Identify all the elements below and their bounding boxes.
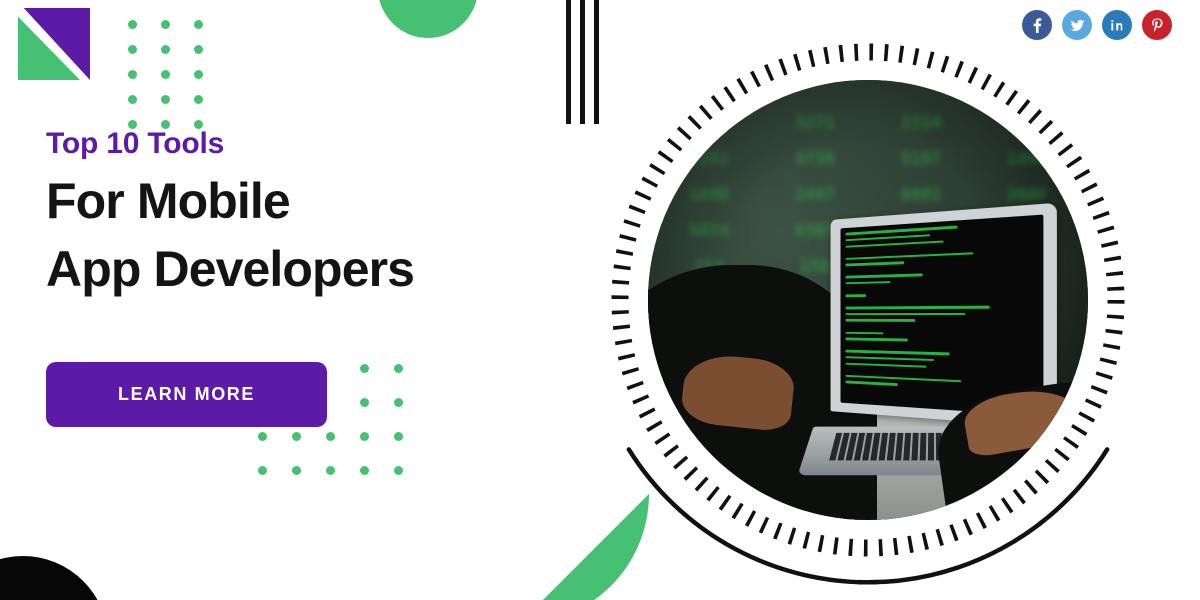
dot	[394, 364, 403, 373]
dot	[194, 20, 203, 29]
dot	[394, 466, 403, 475]
dot	[161, 45, 170, 54]
outer-arc-right	[859, 375, 1107, 592]
promo-banner: Top 10 Tools For Mobile App Developers L…	[0, 0, 1200, 600]
dashed-tick-ring	[620, 52, 1116, 548]
dot	[161, 70, 170, 79]
vertical-line	[566, 0, 571, 124]
dot	[258, 466, 267, 475]
headline-block: Top 10 Tools For Mobile App Developers	[46, 128, 566, 296]
dot	[360, 432, 369, 441]
dot	[194, 70, 203, 79]
headline-line-2: App Developers	[46, 242, 566, 296]
outer-arc-left	[629, 375, 877, 592]
dot	[394, 398, 403, 407]
dot	[258, 432, 267, 441]
dot	[360, 364, 369, 373]
dot	[128, 70, 137, 79]
dot	[161, 20, 170, 29]
green-circle-decor	[378, 0, 478, 38]
dot	[360, 466, 369, 475]
eyebrow-text: Top 10 Tools	[46, 128, 566, 160]
dot	[394, 432, 403, 441]
dot	[194, 45, 203, 54]
black-corner-circle-decor	[0, 556, 108, 600]
dot-grid-bottom	[258, 364, 428, 500]
headline-line-1: For Mobile	[46, 174, 566, 228]
dot	[292, 432, 301, 441]
dot	[194, 95, 203, 104]
dot	[292, 466, 301, 475]
dot	[360, 398, 369, 407]
brand-logo[interactable]	[18, 8, 90, 80]
dot	[326, 432, 335, 441]
dot	[161, 95, 170, 104]
hero-photo-composition: 481632712314289A71924738518714421A9B2447…	[576, 8, 1160, 592]
dot	[128, 45, 137, 54]
dot	[128, 95, 137, 104]
photo-ring-overlay	[576, 8, 1160, 592]
dot	[128, 20, 137, 29]
dot	[326, 466, 335, 475]
